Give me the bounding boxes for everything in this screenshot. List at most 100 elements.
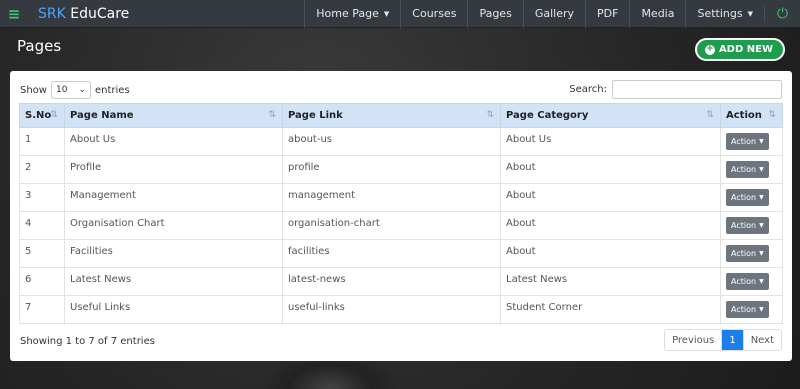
column-header-page-link[interactable]: Page Link ⇅ (282, 103, 501, 128)
column-label: Page Link (288, 110, 343, 121)
search-input[interactable] (612, 80, 782, 99)
sort-icon: ⇅ (706, 110, 714, 120)
action-dropdown-button[interactable]: Action ▼ (726, 273, 769, 290)
menu-item-settings[interactable]: Settings ▼ (685, 0, 764, 28)
search-label: Search: (569, 84, 607, 95)
menu-item-label: Courses (412, 7, 457, 20)
cell-sno: 2 (19, 155, 65, 184)
action-dropdown-button[interactable]: Action ▼ (726, 133, 769, 150)
cell-action: Action ▼ (720, 155, 783, 184)
cell-category: Student Corner (500, 295, 721, 324)
menu-item-label: Settings (697, 7, 743, 20)
cell-link: useful-links (282, 295, 501, 324)
caret-down-icon: ▼ (759, 222, 764, 229)
hamburger-icon[interactable]: ≡ (0, 0, 28, 28)
brand[interactable]: SRK EduCare (38, 6, 129, 22)
cell-action: Action ▼ (720, 295, 783, 324)
cell-action: Action ▼ (720, 239, 783, 268)
cell-sno: 7 (19, 295, 65, 324)
column-label: Page Category (506, 110, 589, 121)
cell-link: latest-news (282, 267, 501, 296)
entries-label: entries (94, 84, 130, 96)
page-size-control: Show 10 ⌄ entries (20, 81, 130, 99)
show-label: Show (20, 84, 47, 96)
menu-item-label: Media (641, 7, 675, 20)
pages-table: S.No ⇅ Page Name ⇅ Page Link ⇅ Page Categor… (19, 103, 783, 324)
caret-down-icon: ▼ (759, 250, 764, 257)
action-label: Action (731, 137, 757, 146)
page-title: Pages (17, 37, 62, 55)
cell-name: Useful Links (64, 295, 283, 324)
main-menu: Home Page ▼ Courses Pages Gallery PDF Media Set… (304, 0, 764, 28)
cell-name: About Us (64, 127, 283, 156)
menu-item-home-page[interactable]: Home Page ▼ (304, 0, 400, 28)
cell-action: Action ▼ (720, 267, 783, 296)
caret-down-icon: ▼ (759, 306, 764, 313)
column-header-sno[interactable]: S.No ⇅ (19, 103, 65, 128)
top-navbar: ≡ SRK EduCare Home Page ▼ Courses Pages Gall… (0, 0, 800, 28)
table-row: 6 Latest News latest-news Latest News Action… (19, 267, 783, 296)
caret-down-icon: ▼ (747, 9, 753, 18)
sort-icon: ⇅ (768, 110, 776, 120)
cell-name: Organisation Chart (64, 211, 283, 240)
brand-prefix: SRK (38, 5, 66, 22)
table-info: Showing 1 to 7 of 7 entries (20, 336, 155, 347)
pagination: Previous 1 Next (664, 329, 782, 351)
column-header-page-name[interactable]: Page Name ⇅ (64, 103, 283, 128)
brand-name: EduCare (70, 5, 130, 22)
chevron-down-icon: ⌄ (78, 85, 86, 95)
action-dropdown-button[interactable]: Action ▼ (726, 245, 769, 262)
column-header-page-category[interactable]: Page Category ⇅ (500, 103, 721, 128)
action-dropdown-button[interactable]: Action ▼ (726, 189, 769, 206)
table-header-row: S.No ⇅ Page Name ⇅ Page Link ⇅ Page Categor… (19, 103, 783, 128)
menu-item-gallery[interactable]: Gallery (522, 0, 585, 28)
cell-sno: 3 (19, 183, 65, 212)
cell-action: Action ▼ (720, 183, 783, 212)
action-label: Action (731, 193, 757, 202)
table-row: 1 About Us about-us About Us Action ▼ (19, 127, 783, 156)
action-dropdown-button[interactable]: Action ▼ (726, 217, 769, 234)
previous-button[interactable]: Previous (665, 330, 723, 350)
cell-link: profile (282, 155, 501, 184)
column-header-action[interactable]: Action ⇅ (720, 103, 783, 128)
cell-sno: 6 (19, 267, 65, 296)
cell-category: About (500, 211, 721, 240)
page-1-button[interactable]: 1 (722, 330, 743, 350)
cell-sno: 1 (19, 127, 65, 156)
menu-item-media[interactable]: Media (629, 0, 685, 28)
cell-category: About (500, 155, 721, 184)
action-dropdown-button[interactable]: Action ▼ (726, 301, 769, 318)
action-label: Action (731, 165, 757, 174)
menu-item-pages[interactable]: Pages (467, 0, 522, 28)
cell-link: about-us (282, 127, 501, 156)
menu-item-courses[interactable]: Courses (400, 0, 467, 28)
menu-item-label: Home Page (316, 7, 379, 20)
sort-icon: ⇅ (268, 110, 276, 120)
cell-sno: 4 (19, 211, 65, 240)
sort-icon: ⇅ (50, 110, 58, 120)
menu-item-pdf[interactable]: PDF (585, 0, 629, 28)
add-new-label: ADD NEW (718, 44, 773, 55)
action-label: Action (731, 249, 757, 258)
next-button[interactable]: Next (742, 330, 781, 350)
cell-sno: 5 (19, 239, 65, 268)
add-new-button[interactable]: + ADD NEW (694, 38, 785, 61)
action-label: Action (731, 277, 757, 286)
caret-down-icon: ▼ (759, 194, 764, 201)
action-dropdown-button[interactable]: Action ▼ (726, 161, 769, 178)
pages-card: Show 10 ⌄ entries Search: S.No ⇅ Page Nam… (10, 71, 792, 361)
caret-down-icon: ▼ (759, 166, 764, 173)
column-label: Action (726, 110, 762, 121)
action-label: Action (731, 305, 757, 314)
page-size-select[interactable]: 10 ⌄ (50, 81, 91, 99)
table-row: 5 Facilities facilities About Action ▼ (19, 239, 783, 268)
sort-icon: ⇅ (486, 110, 494, 120)
caret-down-icon: ▼ (383, 9, 390, 18)
cell-category: About (500, 183, 721, 212)
cell-category: About Us (500, 127, 721, 156)
power-icon[interactable]: ⏻ (764, 5, 800, 22)
table-row: 4 Organisation Chart organisation-chart Abo… (19, 211, 783, 240)
cell-category: Latest News (500, 267, 721, 296)
caret-down-icon: ▼ (759, 138, 764, 145)
table-row: 3 Management management About Action ▼ (19, 183, 783, 212)
